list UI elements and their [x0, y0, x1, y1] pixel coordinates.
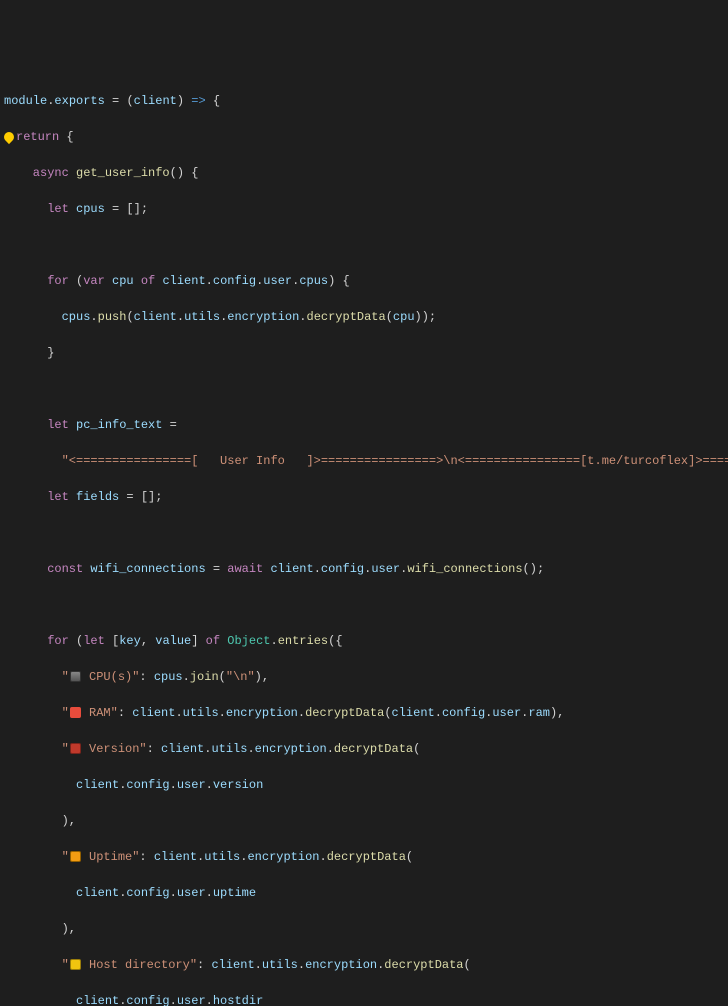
code-line[interactable]: const wifi_connections = await client.co…	[4, 560, 728, 578]
code-line[interactable]: ),	[4, 920, 728, 938]
code-line[interactable]: let fields = [];	[4, 488, 728, 506]
folder-icon	[70, 959, 81, 970]
code-line[interactable]: module.exports = (client) => {	[4, 92, 728, 110]
code-line[interactable]: " Host directory": client.utils.encrypti…	[4, 956, 728, 974]
code-line[interactable]	[4, 524, 728, 542]
code-line[interactable]: async get_user_info() {	[4, 164, 728, 182]
code-line[interactable]: client.config.user.uptime	[4, 884, 728, 902]
version-icon	[70, 743, 81, 754]
cpu-icon	[70, 671, 81, 682]
code-editor[interactable]: module.exports = (client) => { return { …	[0, 72, 728, 1006]
code-line[interactable]: return {	[4, 128, 728, 146]
code-line[interactable]: client.config.user.hostdir	[4, 992, 728, 1006]
code-line[interactable]: client.config.user.version	[4, 776, 728, 794]
code-line[interactable]	[4, 596, 728, 614]
code-line[interactable]: let cpus = [];	[4, 200, 728, 218]
code-line[interactable]: " Uptime": client.utils.encryption.decry…	[4, 848, 728, 866]
code-line[interactable]: " Version": client.utils.encryption.decr…	[4, 740, 728, 758]
code-line[interactable]: let pc_info_text =	[4, 416, 728, 434]
code-line[interactable]: ),	[4, 812, 728, 830]
code-line[interactable]: }	[4, 344, 728, 362]
code-line[interactable]: "<================[ User Info ]>========…	[4, 452, 728, 470]
lightbulb-icon[interactable]	[2, 130, 16, 144]
code-line[interactable]: for (let [key, value] of Object.entries(…	[4, 632, 728, 650]
ram-icon	[70, 707, 81, 718]
code-line[interactable]: cpus.push(client.utils.encryption.decryp…	[4, 308, 728, 326]
uptime-icon	[70, 851, 81, 862]
code-line[interactable]	[4, 236, 728, 254]
code-line[interactable]: for (var cpu of client.config.user.cpus)…	[4, 272, 728, 290]
code-line[interactable]: " CPU(s)": cpus.join("\n"),	[4, 668, 728, 686]
code-line[interactable]	[4, 380, 728, 398]
code-line[interactable]: " RAM": client.utils.encryption.decryptD…	[4, 704, 728, 722]
